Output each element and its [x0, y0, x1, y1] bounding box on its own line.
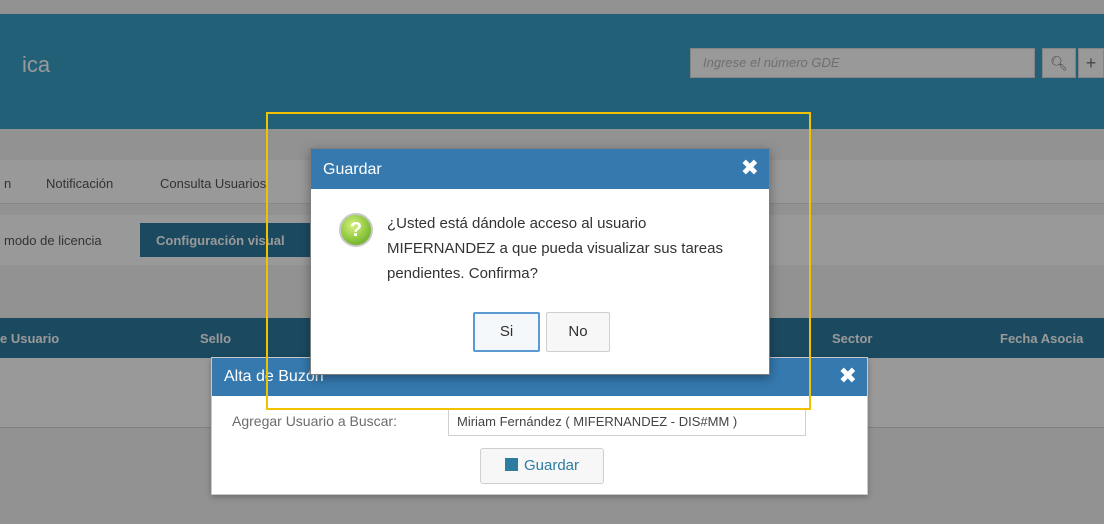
confirm-dialog-header: Guardar ✖	[311, 149, 769, 189]
floppy-disk-icon	[504, 458, 518, 471]
confirm-dialog: Guardar ✖ ? ¿Usted está dándole acceso a…	[310, 148, 770, 375]
guardar-button[interactable]: Guardar	[480, 448, 604, 484]
close-icon[interactable]: ✖	[741, 157, 759, 179]
agregar-usuario-label: Agregar Usuario a Buscar:	[232, 413, 397, 429]
yes-button[interactable]: Si	[473, 312, 540, 352]
confirm-message: ¿Usted está dándole acceso al usuario MI…	[387, 215, 723, 282]
confirm-dialog-title: Guardar	[323, 161, 382, 178]
question-icon: ?	[339, 213, 373, 247]
no-button[interactable]: No	[546, 312, 610, 352]
usuario-buscar-input[interactable]: Miriam Fernández ( MIFERNANDEZ - DIS#MM …	[448, 408, 806, 436]
guardar-button-label: Guardar	[523, 457, 580, 474]
close-icon[interactable]: ✖	[839, 365, 857, 387]
